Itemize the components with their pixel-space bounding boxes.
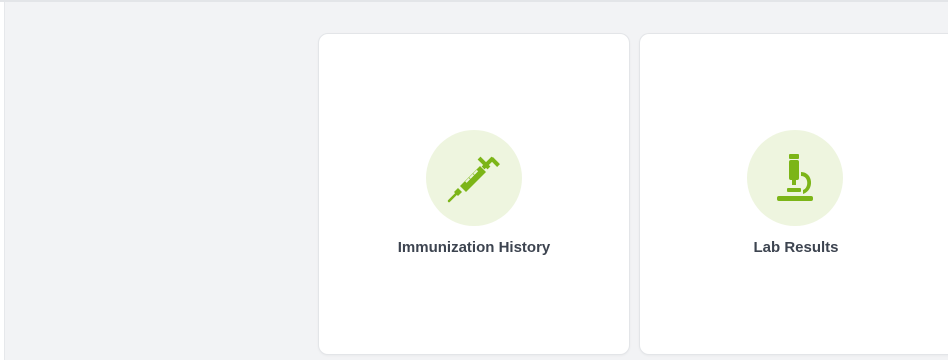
lab-results-label: Lab Results: [753, 239, 839, 256]
lab-results-icon-circle: [747, 130, 843, 226]
syringe-icon: [447, 156, 500, 203]
immunization-icon-circle: [426, 130, 522, 226]
lab-results-card[interactable]: Lab Results: [639, 33, 948, 355]
top-border: [0, 0, 948, 2]
left-panel-edge: [0, 2, 5, 360]
microscope-icon: [777, 154, 813, 201]
immunization-history-label: Immunization History: [397, 239, 551, 256]
immunization-history-card[interactable]: Immunization History: [318, 33, 630, 355]
